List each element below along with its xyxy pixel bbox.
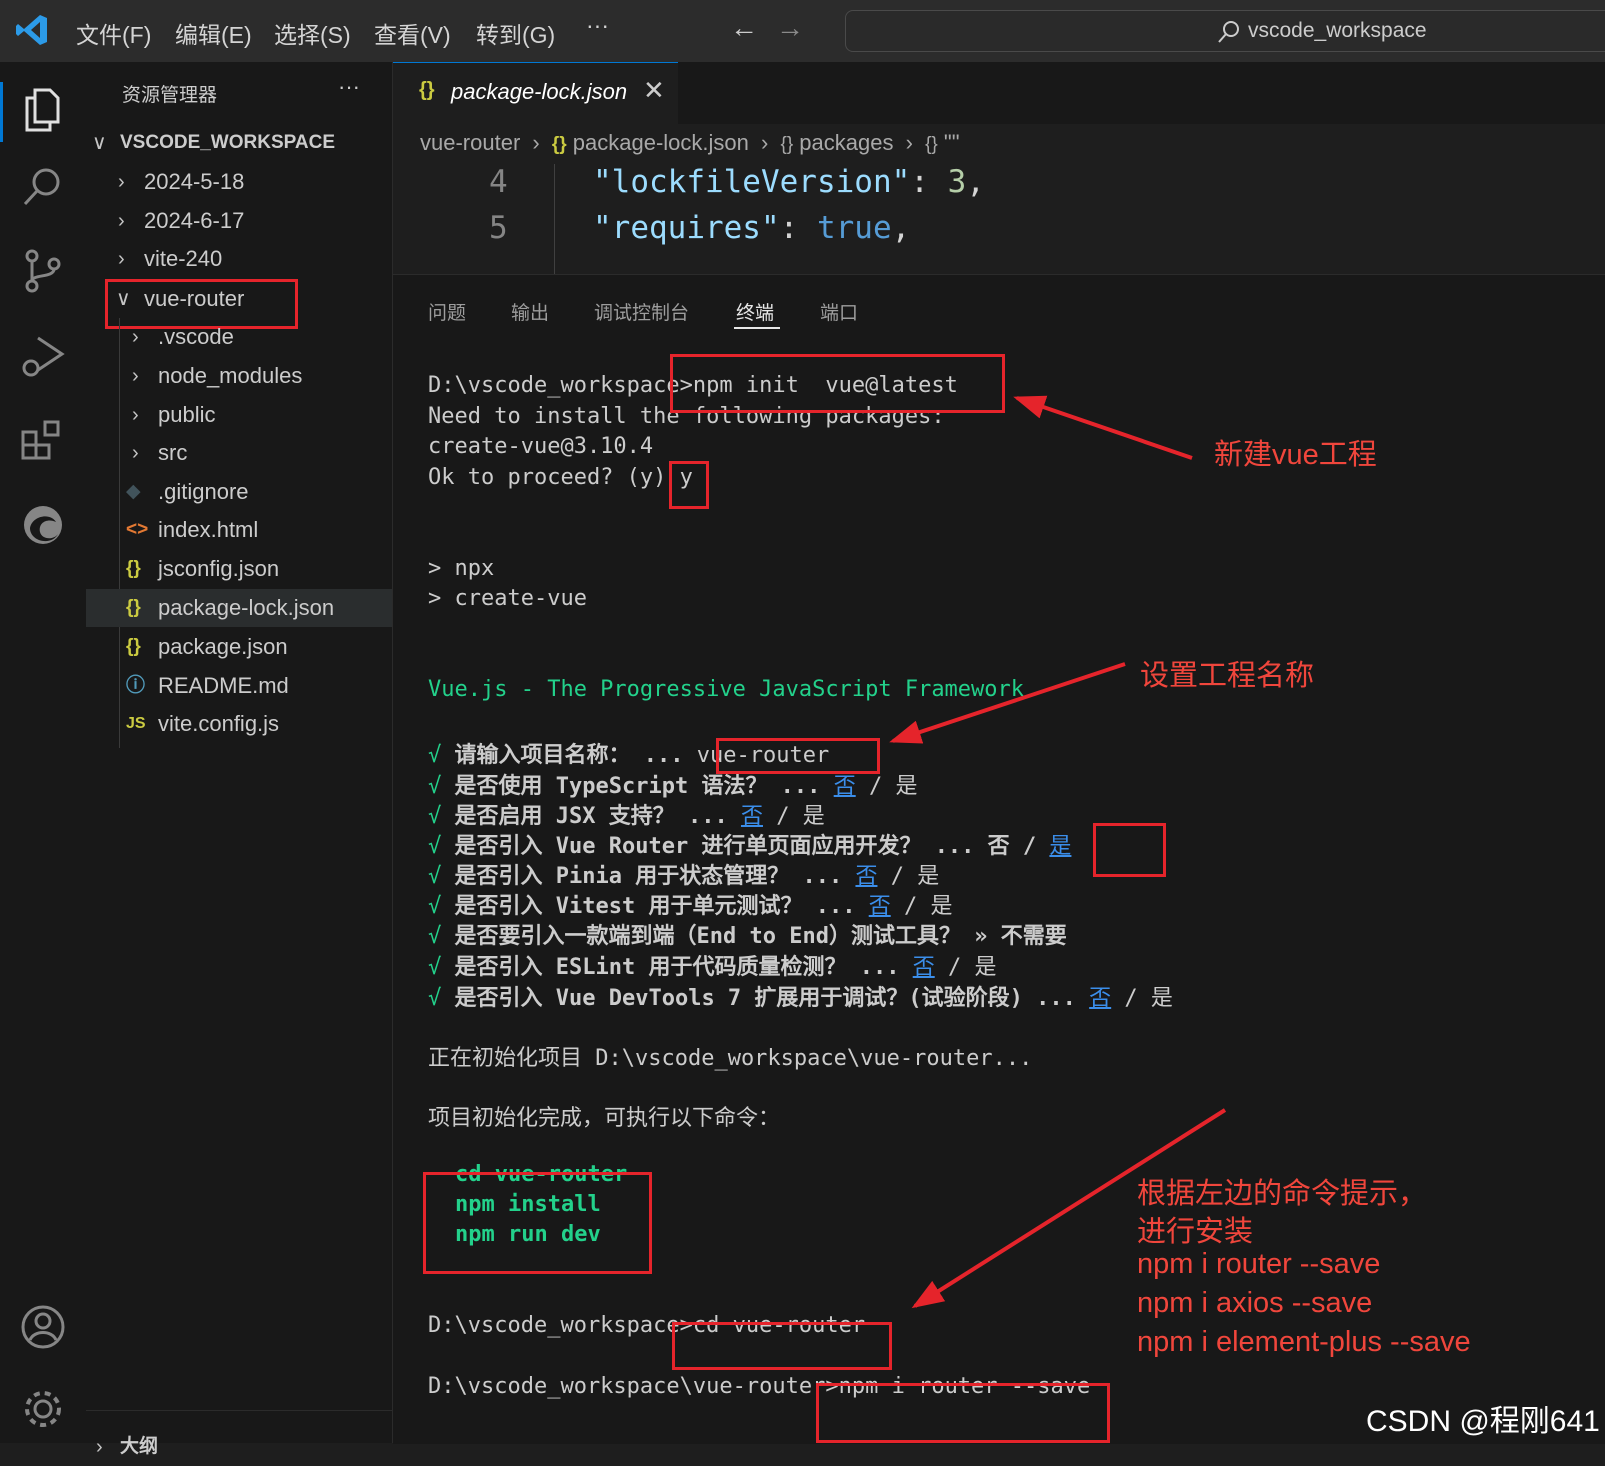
arrow-to-project-name [889,662,1126,744]
annotation-install-cmd: npm i axios --save [1137,1287,1373,1319]
annotation-install-hint: 根据左边的命令提示， [1137,1178,1428,1210]
annotation-install-cmd: npm i router --save [1137,1248,1381,1280]
annotation-set-project-name: 设置工程名称 [1140,660,1315,692]
annotation-arrows [889,395,1227,1309]
arrow-to-npm-init [1013,395,1193,460]
csdn-watermark: CSDN @程刚641 [1366,1405,1600,1438]
annotation-new-vue-project: 新建vue工程 [1214,439,1377,471]
annotation-install-hint: 进行安装 [1137,1216,1254,1248]
annotation-install-cmd: npm i element-plus --save [1137,1326,1471,1358]
